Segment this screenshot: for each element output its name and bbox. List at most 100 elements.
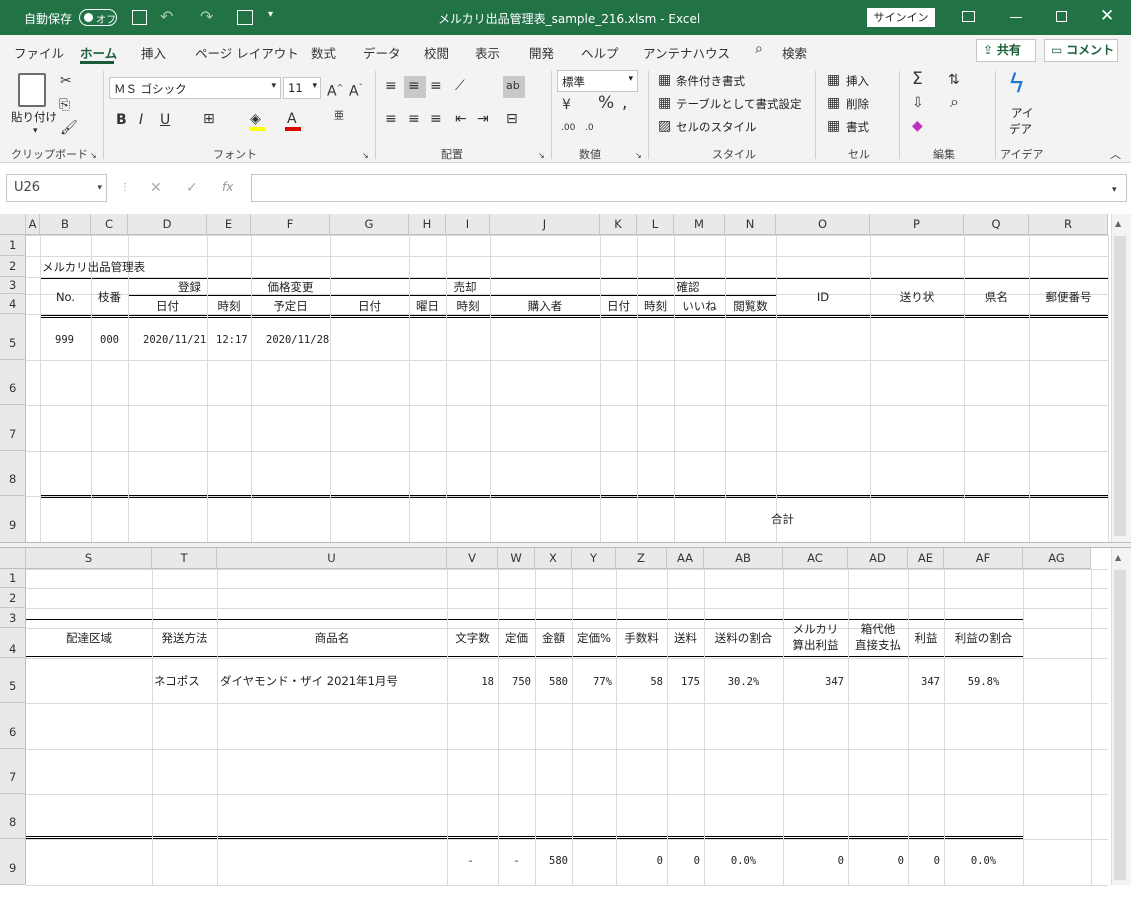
ribbon-display-icon[interactable]: [962, 11, 975, 22]
column-header-w[interactable]: W: [498, 548, 535, 569]
cell-ad9[interactable]: 0: [848, 855, 904, 867]
comment-button[interactable]: ▭ コメント: [1044, 39, 1118, 62]
column-header-ag[interactable]: AG: [1023, 548, 1091, 569]
cell-w5[interactable]: 750: [498, 676, 531, 688]
cell-e5[interactable]: 12:17: [216, 334, 248, 346]
tab-home[interactable]: ホーム: [80, 43, 117, 62]
font-name-select[interactable]: ＭＳ ゴシック ▾: [109, 77, 281, 99]
cell-u5[interactable]: ダイヤモンド・ザイ 2021年1月号: [220, 675, 398, 688]
minimize-icon[interactable]: [1010, 17, 1022, 18]
cell-ae9[interactable]: 0: [908, 855, 940, 867]
column-header-y[interactable]: Y: [572, 548, 616, 569]
row-header-3[interactable]: 3: [0, 277, 26, 294]
column-header-aa[interactable]: AA: [667, 548, 704, 569]
enter-icon[interactable]: ✓: [186, 180, 198, 196]
row-header-3[interactable]: 3: [0, 608, 26, 628]
row-header-2[interactable]: 2: [0, 588, 26, 608]
cell-x9[interactable]: 580: [535, 855, 568, 867]
close-icon[interactable]: ✕: [1100, 6, 1114, 26]
column-header-n[interactable]: N: [725, 214, 776, 235]
column-header-e[interactable]: E: [207, 214, 251, 235]
save-icon[interactable]: [132, 10, 147, 25]
decrease-indent-icon[interactable]: ⇤: [455, 111, 467, 127]
paste-dropdown-icon[interactable]: ▾: [33, 123, 38, 139]
increase-indent-icon[interactable]: ⇥: [477, 111, 489, 127]
cell-ac9[interactable]: 0: [783, 855, 844, 867]
insert-function-icon[interactable]: fx: [222, 179, 233, 195]
copy-icon[interactable]: ⎘: [59, 97, 70, 113]
column-header-c[interactable]: C: [91, 214, 128, 235]
column-header-p[interactable]: P: [870, 214, 964, 235]
cell-ac5[interactable]: 347: [783, 676, 844, 688]
column-header-a[interactable]: A: [26, 214, 40, 235]
tab-view[interactable]: 表示: [475, 43, 500, 62]
decrease-decimal-icon[interactable]: .0: [585, 120, 594, 136]
row-header-8[interactable]: 8: [0, 794, 26, 839]
bold-button[interactable]: B: [116, 112, 127, 128]
font-size-select[interactable]: 11 ▾: [283, 77, 321, 99]
cell-x5[interactable]: 580: [535, 676, 568, 688]
column-header-ad[interactable]: AD: [848, 548, 908, 569]
cell-v9[interactable]: -: [447, 855, 494, 867]
number-format-select[interactable]: 標準 ▾: [557, 70, 638, 92]
column-header-f[interactable]: F: [251, 214, 330, 235]
tab-data[interactable]: データ: [363, 43, 401, 62]
autosum-icon[interactable]: Σ: [912, 71, 923, 88]
column-header-i[interactable]: I: [446, 214, 490, 235]
scroll-up-icon[interactable]: ▲: [1115, 550, 1121, 566]
insert-cells-button[interactable]: 挿入: [846, 73, 869, 89]
alignment-launcher-icon[interactable]: ↘: [538, 148, 545, 164]
formula-input[interactable]: [251, 174, 1127, 202]
currency-icon[interactable]: ¥: [562, 97, 571, 113]
decrease-font-icon[interactable]: Aˇ: [349, 80, 363, 100]
cell-z5[interactable]: 58: [616, 676, 663, 688]
phonetic-icon[interactable]: 亜: [334, 109, 344, 125]
format-as-table-button[interactable]: テーブルとして書式設定: [676, 96, 801, 112]
italic-button[interactable]: I: [139, 112, 143, 128]
cell-c5[interactable]: 000: [100, 334, 119, 346]
font-color-icon[interactable]: A: [287, 111, 297, 127]
row-header-1[interactable]: 1: [0, 235, 26, 256]
merge-center-icon[interactable]: ⊟: [506, 111, 518, 127]
comma-icon[interactable]: ,: [622, 95, 627, 112]
tab-formulas[interactable]: 数式: [311, 43, 336, 62]
select-all-corner[interactable]: [0, 214, 26, 235]
column-header-ab[interactable]: AB: [704, 548, 783, 569]
cell-w9[interactable]: -: [498, 855, 535, 867]
row-header-4[interactable]: 4: [0, 294, 26, 314]
column-header-af[interactable]: AF: [944, 548, 1023, 569]
column-header-x[interactable]: X: [535, 548, 572, 569]
qat-customize-icon[interactable]: ▾: [268, 9, 273, 20]
ideas-icon[interactable]: ϟ: [1008, 69, 1025, 99]
column-header-ae[interactable]: AE: [908, 548, 944, 569]
cancel-icon[interactable]: ✕: [150, 180, 162, 196]
increase-font-icon[interactable]: A^: [327, 80, 343, 100]
cell-aa9[interactable]: 0: [667, 855, 700, 867]
redo-icon[interactable]: ↷: [200, 7, 213, 26]
clipboard-launcher-icon[interactable]: ↘: [90, 148, 97, 164]
column-header-m[interactable]: M: [674, 214, 725, 235]
cell-ab9[interactable]: 0.0%: [704, 855, 783, 867]
borders-icon[interactable]: ⊞: [203, 111, 215, 127]
format-painter-icon[interactable]: 🖌: [60, 120, 78, 136]
format-cells-icon[interactable]: ▦: [827, 118, 840, 134]
font-launcher-icon[interactable]: ↘: [362, 148, 369, 164]
cell-z9[interactable]: 0: [616, 855, 663, 867]
cell-ab5[interactable]: 30.2%: [704, 676, 783, 688]
column-header-ac[interactable]: AC: [783, 548, 848, 569]
sort-filter-icon[interactable]: ⇅: [948, 72, 960, 88]
signin-button[interactable]: サインイン: [867, 8, 935, 27]
cell-t5[interactable]: ネコポス: [152, 675, 202, 688]
column-header-q[interactable]: Q: [964, 214, 1029, 235]
cell-aa5[interactable]: 175: [667, 676, 700, 688]
row-header-6[interactable]: 6: [0, 360, 26, 405]
column-header-v[interactable]: V: [447, 548, 498, 569]
number-launcher-icon[interactable]: ↘: [635, 148, 642, 164]
column-header-b[interactable]: B: [40, 214, 91, 235]
format-cells-button[interactable]: 書式: [846, 119, 869, 135]
tab-file[interactable]: ファイル: [14, 43, 64, 62]
orientation-icon[interactable]: ⟋: [455, 78, 465, 94]
column-header-k[interactable]: K: [600, 214, 637, 235]
scroll-thumb[interactable]: [1114, 570, 1126, 880]
align-left-icon[interactable]: ≡: [385, 111, 397, 127]
